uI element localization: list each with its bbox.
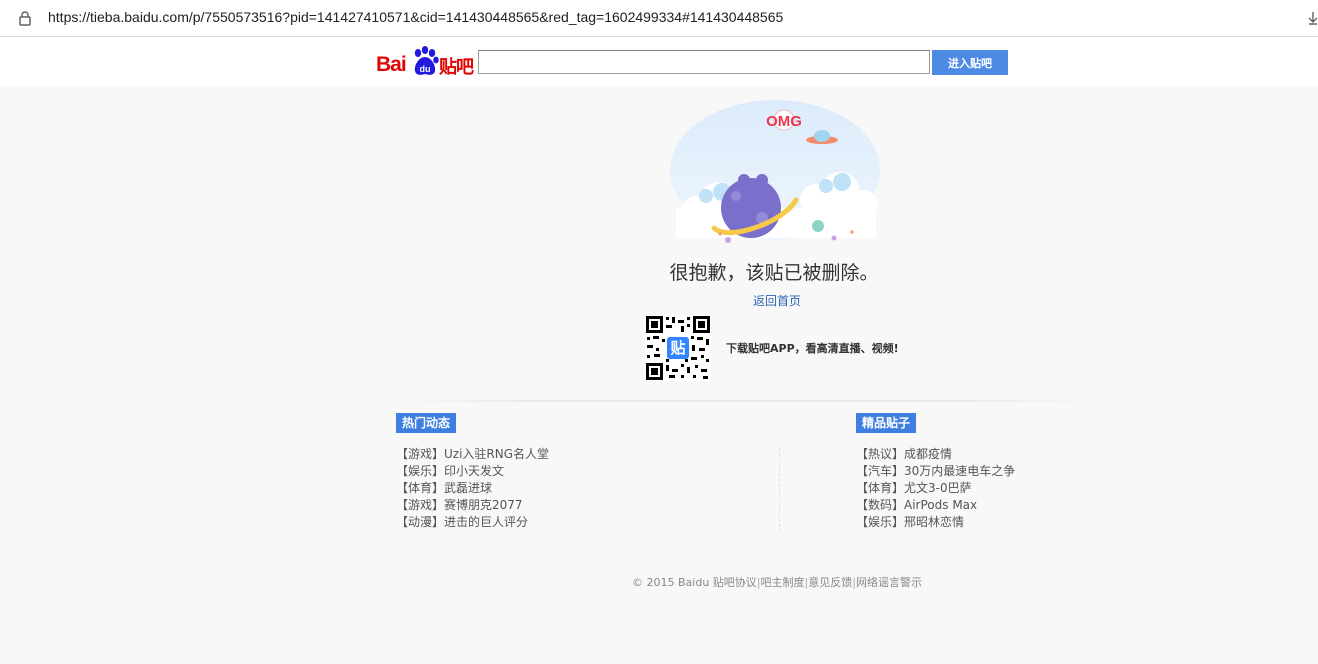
list-item[interactable]: 【动漫】进击的巨人评分 [396, 514, 549, 531]
deleted-post-illustration: OMG [670, 100, 880, 243]
hot-topics-list: 【游戏】Uzi入驻RNG名人堂 【娱乐】印小天发文 【体育】武磊进球 【游戏】赛… [396, 446, 549, 531]
omg-text: OMG [766, 113, 802, 130]
footer-link-rumor-warning[interactable]: 网络谣言警示 [856, 576, 922, 589]
item-tag: 【汽车】 [856, 464, 905, 478]
item-tag: 【娱乐】 [396, 464, 445, 478]
footer-link-feedback[interactable]: 意见反馈 [808, 576, 852, 589]
url-field[interactable]: https://tieba.baidu.com/p/7550573516?pid… [48, 9, 783, 25]
footer-link-moderator-rules[interactable]: 吧主制度 [761, 576, 805, 589]
featured-posts-title: 精品贴子 [856, 413, 917, 433]
app-download-text: 下载贴吧APP，看高清直播、视频! [726, 342, 899, 355]
item-text: 武磊进球 [444, 481, 493, 495]
hot-topics-title: 热门动态 [396, 413, 457, 433]
page-footer: © 2015 Baidu 贴吧协议|吧主制度|意见反馈|网络谣言警示 [0, 574, 1318, 590]
item-text: 进击的巨人评分 [444, 515, 529, 529]
item-tag: 【数码】 [856, 498, 905, 512]
item-tag: 【热议】 [856, 447, 905, 461]
list-item[interactable]: 【数码】AirPods Max [856, 497, 1015, 514]
copyright-text: © 2015 Baidu [632, 576, 710, 589]
download-icon[interactable] [1308, 10, 1318, 26]
qr-badge-text: 贴 [670, 339, 685, 357]
list-item[interactable]: 【热议】成都疫情 [856, 446, 1015, 463]
section-divider [396, 400, 1096, 402]
tieba-header: Bai du 贴吧 进入贴吧 [0, 37, 1318, 86]
logo-du-text: du [420, 64, 431, 74]
list-item[interactable]: 【汽车】30万内最速电车之争 [856, 463, 1015, 480]
item-text: 赛博朋克2077 [444, 498, 523, 512]
logo-bai-text: Bai [376, 53, 407, 76]
browser-address-bar: https://tieba.baidu.com/p/7550573516?pid… [0, 0, 1318, 37]
lock-icon[interactable] [18, 10, 32, 26]
item-tag: 【娱乐】 [856, 515, 905, 529]
baidu-tieba-logo[interactable]: Bai du 贴吧 [376, 45, 474, 78]
column-divider [779, 448, 780, 532]
back-home-link[interactable]: 返回首页 [753, 292, 801, 309]
list-item[interactable]: 【体育】尤文3-0巴萨 [856, 480, 1015, 497]
footer-link-agreement[interactable]: 贴吧协议 [713, 576, 757, 589]
logo-tieba-text: 贴吧 [439, 57, 474, 78]
list-item[interactable]: 【娱乐】邢昭林恋情 [856, 514, 1015, 531]
list-item[interactable]: 【娱乐】印小天发文 [396, 463, 549, 480]
list-item[interactable]: 【游戏】Uzi入驻RNG名人堂 [396, 446, 549, 463]
list-item[interactable]: 【体育】武磊进球 [396, 480, 549, 497]
item-tag: 【体育】 [856, 481, 905, 495]
baidu-paw-icon: du [414, 46, 439, 75]
search-input[interactable] [478, 50, 930, 74]
item-text: AirPods Max [904, 498, 978, 512]
qr-code[interactable]: 贴 [645, 315, 711, 381]
featured-posts-list: 【热议】成都疫情 【汽车】30万内最速电车之争 【体育】尤文3-0巴萨 【数码】… [856, 446, 1015, 531]
item-text: 印小天发文 [444, 464, 505, 478]
item-text: 尤文3-0巴萨 [904, 481, 972, 495]
item-text: 30万内最速电车之争 [904, 464, 1016, 478]
item-tag: 【体育】 [396, 481, 445, 495]
item-tag: 【游戏】 [396, 498, 445, 512]
featured-posts-section: 精品贴子 【热议】成都疫情 【汽车】30万内最速电车之争 【体育】尤文3-0巴萨… [856, 412, 1015, 531]
deleted-message: 很抱歉，该贴已被删除。 [669, 262, 879, 284]
item-text: 邢昭林恋情 [904, 515, 965, 529]
list-item[interactable]: 【游戏】赛博朋克2077 [396, 497, 549, 514]
item-text: 成都疫情 [904, 447, 953, 461]
hot-topics-section: 热门动态 【游戏】Uzi入驻RNG名人堂 【娱乐】印小天发文 【体育】武磊进球 … [396, 412, 549, 531]
item-tag: 【动漫】 [396, 515, 445, 529]
enter-tieba-button[interactable]: 进入贴吧 [932, 50, 1008, 75]
item-tag: 【游戏】 [396, 447, 445, 461]
item-text: Uzi入驻RNG名人堂 [444, 447, 550, 461]
